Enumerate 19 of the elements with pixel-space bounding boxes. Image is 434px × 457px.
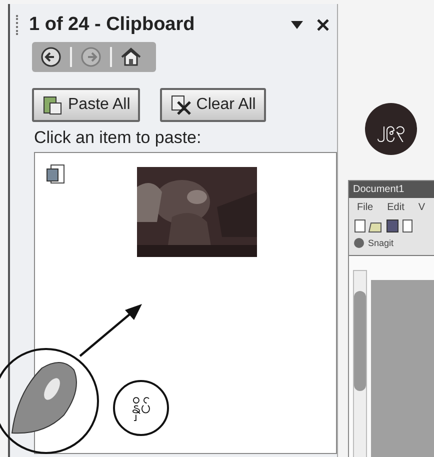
- toolbar-icons-drawing[interactable]: [353, 219, 413, 233]
- menu-item[interactable]: V: [418, 202, 426, 213]
- close-icon[interactable]: [317, 19, 329, 31]
- pointer-arrow: [78, 302, 144, 358]
- toolbar-button[interactable]: Snagit: [368, 238, 394, 248]
- home-icon[interactable]: [120, 46, 142, 68]
- menu-item[interactable]: Edit: [387, 202, 404, 213]
- grip-icon: [16, 15, 21, 35]
- clear-all-button[interactable]: Clear All: [160, 88, 266, 122]
- clear-icon: [170, 94, 192, 116]
- step-badge: ၂၉၃: [365, 103, 417, 155]
- back-icon[interactable]: [40, 46, 62, 68]
- window-title: Document1: [349, 181, 434, 198]
- dropdown-icon[interactable]: [291, 21, 303, 29]
- paste-all-button[interactable]: Paste All: [32, 88, 140, 122]
- pane-title: 1 of 24 - Clipboard: [29, 14, 196, 36]
- instruction-text: Click an item to paste:: [33, 127, 202, 149]
- menu-item[interactable]: File: [357, 202, 374, 213]
- clipboard-icon: [42, 94, 64, 116]
